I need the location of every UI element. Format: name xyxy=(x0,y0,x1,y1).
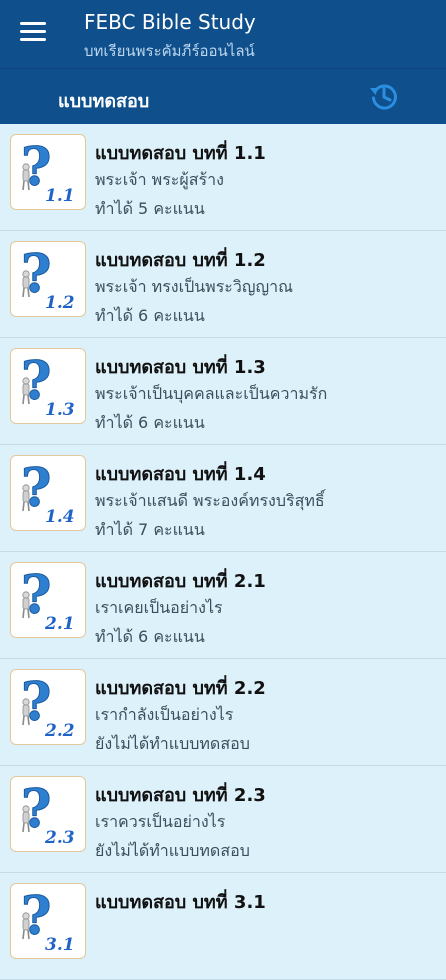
lesson-number-label: 1.3 xyxy=(45,400,75,420)
quiz-status: ยังไม่ได้ทำแบบทดสอบ xyxy=(95,734,250,753)
quiz-thumbnail: ? 2.2 xyxy=(10,669,86,745)
quiz-status: ทำได้ 6 คะแนน xyxy=(95,306,205,325)
lesson-number-label: 3.1 xyxy=(45,935,75,955)
quiz-title: แบบทดสอบ บทที่ 3.1 xyxy=(95,892,266,913)
lesson-number-label: 2.1 xyxy=(44,614,75,634)
lesson-number-label: 2.3 xyxy=(44,828,75,848)
quiz-thumbnail: ? 1.2 xyxy=(10,241,86,317)
lesson-number-label: 1.2 xyxy=(45,293,75,313)
quiz-list-item[interactable]: ? 1.2 แบบทดสอบ บทที่ 1.2 พระเจ้า ทรงเป็น… xyxy=(0,231,446,338)
quiz-title: แบบทดสอบ บทที่ 2.1 xyxy=(95,571,266,592)
quiz-status: ยังไม่ได้ทำแบบทดสอบ xyxy=(95,841,250,860)
quiz-title: แบบทดสอบ บทที่ 1.3 xyxy=(95,357,266,378)
quiz-subtitle: เราเคยเป็นอย่างไร xyxy=(95,598,223,617)
quiz-status: ทำได้ 6 คะแนน xyxy=(95,413,205,432)
quiz-title: แบบทดสอบ บทที่ 2.3 xyxy=(95,785,266,806)
question-mark-icon: ? 1.4 xyxy=(21,458,75,528)
quiz-list-item[interactable]: ? 1.4 แบบทดสอบ บทที่ 1.4 พระเจ้าแสนดี พร… xyxy=(0,445,446,552)
quiz-title: แบบทดสอบ บทที่ 1.4 xyxy=(95,464,266,485)
quiz-thumbnail: ? 1.3 xyxy=(10,348,86,424)
quiz-list-item[interactable]: ? 2.2 แบบทดสอบ บทที่ 2.2 เรากำลังเป็นอย่… xyxy=(0,659,446,766)
quiz-status: ทำได้ 6 คะแนน xyxy=(95,627,205,646)
quiz-status: ทำได้ 7 คะแนน xyxy=(95,520,205,539)
quiz-list: ? 1.1 แบบทดสอบ บทที่ 1.1 พระเจ้า พระผู้ส… xyxy=(0,124,446,980)
quiz-thumbnail: ? 3.1 xyxy=(10,883,86,959)
quiz-subtitle: พระเจ้าเป็นบุคคลและเป็นความรัก xyxy=(95,384,328,403)
quiz-subtitle: พระเจ้า ทรงเป็นพระวิญญาณ xyxy=(95,277,293,296)
menu-icon[interactable] xyxy=(20,22,46,44)
section-title: แบบทดสอบ xyxy=(58,91,150,112)
question-mark-icon: ? 3.1 xyxy=(21,886,75,956)
quiz-list-item[interactable]: ? 1.3 แบบทดสอบ บทที่ 1.3 พระเจ้าเป็นบุคค… xyxy=(0,338,446,445)
lesson-number-label: 1.4 xyxy=(45,507,75,527)
quiz-title: แบบทดสอบ บทที่ 1.2 xyxy=(95,250,266,271)
quiz-list-item[interactable]: ? 2.3 แบบทดสอบ บทที่ 2.3 เราควรเป็นอย่าง… xyxy=(0,766,446,873)
quiz-subtitle: เรากำลังเป็นอย่างไร xyxy=(95,705,234,724)
question-mark-icon: ? 1.2 xyxy=(21,244,75,314)
question-mark-icon: ? 1.3 xyxy=(21,351,75,421)
quiz-list-item[interactable]: ? 2.1 แบบทดสอบ บทที่ 2.1 เราเคยเป็นอย่าง… xyxy=(0,552,446,659)
app-subtitle: บทเรียนพระคัมภีร์ออนไลน์ xyxy=(84,42,255,60)
quiz-list-item[interactable]: ? 3.1 แบบทดสอบ บทที่ 3.1 xyxy=(0,873,446,980)
question-mark-icon: ? 2.1 xyxy=(21,565,75,635)
quiz-subtitle: พระเจ้า พระผู้สร้าง xyxy=(95,170,224,189)
app-title: FEBC Bible Study xyxy=(84,10,256,34)
question-mark-icon: ? 2.3 xyxy=(21,779,75,849)
question-mark-icon: ? 2.2 xyxy=(21,672,75,742)
question-mark-icon: ? 1.1 xyxy=(21,137,75,207)
quiz-list-item[interactable]: ? 1.1 แบบทดสอบ บทที่ 1.1 พระเจ้า พระผู้ส… xyxy=(0,124,446,231)
quiz-thumbnail: ? 2.3 xyxy=(10,776,86,852)
lesson-number-label: 1.1 xyxy=(45,186,75,206)
quiz-thumbnail: ? 2.1 xyxy=(10,562,86,638)
quiz-title: แบบทดสอบ บทที่ 1.1 xyxy=(95,143,266,164)
quiz-thumbnail: ? 1.4 xyxy=(10,455,86,531)
quiz-status: ทำได้ 5 คะแนน xyxy=(95,199,205,218)
lesson-number-label: 2.2 xyxy=(44,721,75,741)
history-icon[interactable] xyxy=(367,79,401,113)
app-bar: FEBC Bible Study บทเรียนพระคัมภีร์ออนไลน… xyxy=(0,0,446,68)
quiz-subtitle: เราควรเป็นอย่างไร xyxy=(95,812,226,831)
quiz-thumbnail: ? 1.1 xyxy=(10,134,86,210)
quiz-subtitle: พระเจ้าแสนดี พระองค์ทรงบริสุทธิ์ xyxy=(95,491,325,510)
quiz-title: แบบทดสอบ บทที่ 2.2 xyxy=(95,678,266,699)
